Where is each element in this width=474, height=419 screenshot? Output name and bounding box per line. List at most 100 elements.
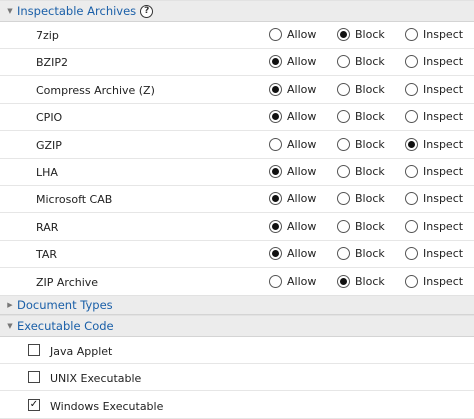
radio-block-option[interactable]: Block [337,219,385,233]
radio-allow-button[interactable] [269,82,282,96]
radio-block-label[interactable]: Block [355,110,385,123]
radio-block-label[interactable]: Block [355,165,385,178]
radio-block-label[interactable]: Block [355,55,385,68]
triangle-down-icon[interactable]: ▼ [3,322,17,330]
radio-inspect-button[interactable] [405,28,418,41]
radio-allow-option[interactable]: Allow [269,55,316,69]
radio-block-option[interactable]: Block [337,110,385,124]
radio-allow-option[interactable]: Allow [269,219,316,233]
radio-inspect-option[interactable]: Inspect [405,137,463,151]
radio-block-option[interactable]: Block [337,274,385,288]
radio-block-button[interactable] [337,82,350,96]
executable-label[interactable]: UNIX Executable [50,372,141,385]
radio-block-option[interactable]: Block [337,192,385,206]
radio-allow-button[interactable] [269,247,282,261]
radio-block-button[interactable] [337,165,350,178]
radio-allow-button[interactable] [269,165,282,178]
radio-allow-option[interactable]: Allow [269,82,316,96]
radio-inspect-label[interactable]: Inspect [423,28,463,41]
executable-checkbox[interactable]: ✓ [28,398,40,411]
radio-allow-option[interactable]: Allow [269,165,316,178]
radio-block-option[interactable]: Block [337,137,385,151]
radio-allow-label[interactable]: Allow [287,220,316,233]
radio-inspect-label[interactable]: Inspect [423,165,463,178]
radio-allow-option[interactable]: Allow [269,110,316,124]
radio-allow-label[interactable]: Allow [287,192,316,205]
radio-inspect-option[interactable]: Inspect [405,165,463,178]
radio-inspect-button[interactable] [405,219,418,233]
radio-inspect-label[interactable]: Inspect [423,220,463,233]
radio-inspect-button[interactable] [405,110,418,124]
radio-inspect-button[interactable] [405,55,418,69]
radio-block-option[interactable]: Block [337,247,385,261]
executable-label[interactable]: Java Applet [50,345,112,358]
radio-block-label[interactable]: Block [355,275,385,288]
section-header-document-types[interactable]: ▶ Document Types [0,295,474,315]
radio-block-button[interactable] [337,219,350,233]
radio-inspect-label[interactable]: Inspect [423,83,463,96]
radio-inspect-button[interactable] [405,82,418,96]
help-icon[interactable]: ? [140,4,154,18]
radio-inspect-label[interactable]: Inspect [423,110,463,123]
triangle-right-icon[interactable]: ▶ [3,301,17,309]
radio-allow-label[interactable]: Allow [287,275,316,288]
radio-block-label[interactable]: Block [355,28,385,41]
executable-checkbox[interactable] [28,371,40,384]
radio-allow-button[interactable] [269,110,282,124]
radio-block-option[interactable]: Block [337,82,385,96]
radio-block-option[interactable]: Block [337,55,385,69]
radio-inspect-option[interactable]: Inspect [405,82,463,96]
radio-block-option[interactable]: Block [337,165,385,178]
radio-allow-label[interactable]: Allow [287,138,316,151]
radio-inspect-label[interactable]: Inspect [423,247,463,260]
radio-block-button[interactable] [337,137,350,151]
radio-inspect-label[interactable]: Inspect [423,275,463,288]
radio-inspect-option[interactable]: Inspect [405,55,463,69]
radio-inspect-button[interactable] [405,274,418,288]
radio-inspect-option[interactable]: Inspect [405,110,463,124]
radio-block-button[interactable] [337,28,350,41]
radio-allow-button[interactable] [269,137,282,151]
radio-allow-button[interactable] [269,274,282,288]
radio-allow-label[interactable]: Allow [287,28,316,41]
triangle-down-icon[interactable]: ▼ [3,7,17,15]
radio-block-label[interactable]: Block [355,220,385,233]
radio-inspect-label[interactable]: Inspect [423,192,463,205]
radio-allow-option[interactable]: Allow [269,137,316,151]
radio-allow-button[interactable] [269,219,282,233]
radio-block-label[interactable]: Block [355,247,385,260]
radio-block-option[interactable]: Block [337,28,385,41]
radio-allow-option[interactable]: Allow [269,247,316,261]
executable-checkbox[interactable] [28,344,40,356]
radio-block-label[interactable]: Block [355,138,385,151]
radio-block-button[interactable] [337,274,350,288]
radio-allow-label[interactable]: Allow [287,247,316,260]
radio-block-button[interactable] [337,55,350,69]
radio-inspect-option[interactable]: Inspect [405,274,463,288]
radio-block-button[interactable] [337,110,350,124]
radio-allow-option[interactable]: Allow [269,274,316,288]
radio-inspect-label[interactable]: Inspect [423,55,463,68]
radio-allow-label[interactable]: Allow [287,110,316,123]
radio-inspect-button[interactable] [405,165,418,178]
radio-allow-button[interactable] [269,55,282,69]
radio-allow-button[interactable] [269,192,282,206]
radio-inspect-button[interactable] [405,137,418,151]
radio-inspect-option[interactable]: Inspect [405,28,463,41]
radio-allow-button[interactable] [269,28,282,41]
radio-inspect-label[interactable]: Inspect [423,138,463,151]
executable-label[interactable]: Windows Executable [50,400,163,413]
radio-allow-label[interactable]: Allow [287,165,316,178]
section-header-inspectable-archives[interactable]: ▼ Inspectable Archives ? [0,0,474,22]
radio-inspect-button[interactable] [405,192,418,206]
radio-block-label[interactable]: Block [355,192,385,205]
radio-inspect-option[interactable]: Inspect [405,247,463,261]
radio-allow-label[interactable]: Allow [287,83,316,96]
radio-block-button[interactable] [337,247,350,261]
radio-allow-option[interactable]: Allow [269,28,316,41]
radio-inspect-button[interactable] [405,247,418,261]
section-header-executable-code[interactable]: ▼ Executable Code [0,315,474,337]
radio-allow-label[interactable]: Allow [287,55,316,68]
radio-inspect-option[interactable]: Inspect [405,192,463,206]
radio-inspect-option[interactable]: Inspect [405,219,463,233]
